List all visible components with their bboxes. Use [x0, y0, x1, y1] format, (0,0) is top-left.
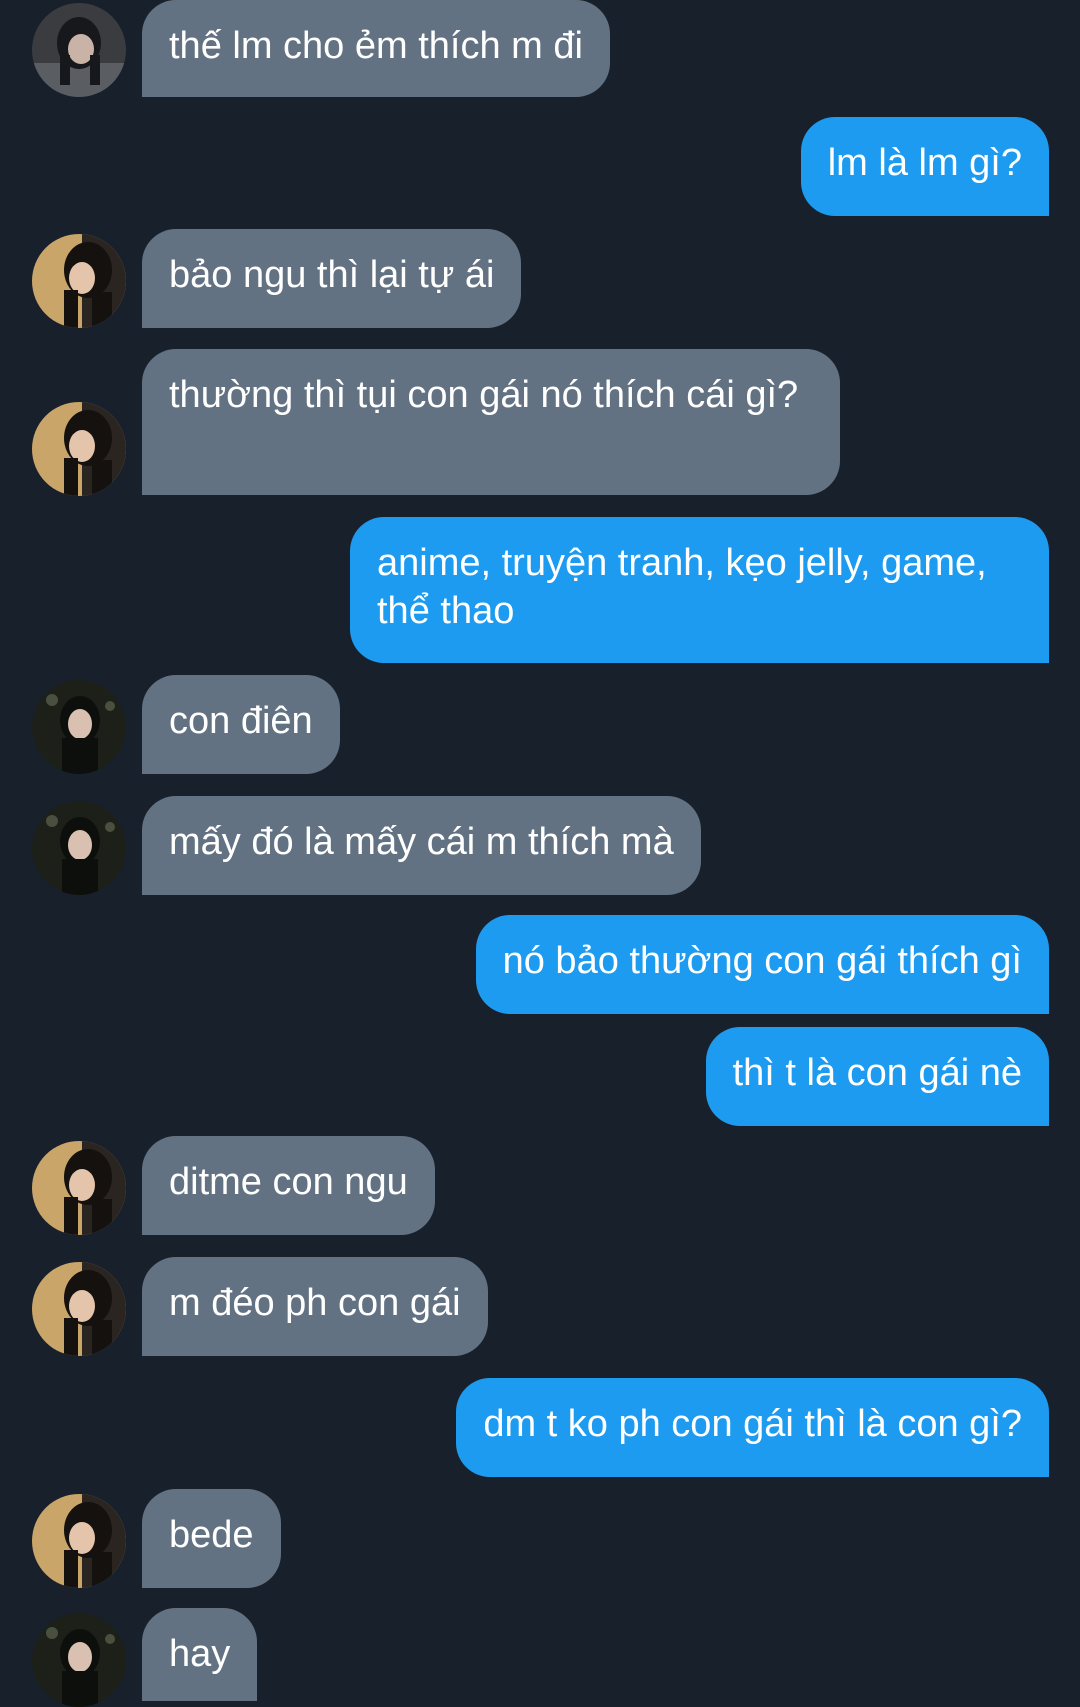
message-bubble-outgoing[interactable]: thì t là con gái nè [705, 1027, 1049, 1126]
message-bubble-outgoing[interactable]: lm là lm gì? [800, 117, 1049, 216]
message-bubble-incoming[interactable]: hay [142, 1608, 258, 1701]
avatar[interactable] [32, 1613, 126, 1707]
avatar-photo-icon [32, 1141, 126, 1235]
avatar[interactable] [32, 1141, 126, 1235]
avatar[interactable] [32, 234, 126, 328]
avatar[interactable] [32, 680, 126, 774]
avatar-photo-icon [32, 234, 126, 328]
avatar-photo-icon [32, 801, 126, 895]
message-bubble-incoming[interactable]: ditme con ngu [142, 1136, 435, 1235]
message-bubble-incoming[interactable]: bảo ngu thì lại tự ái [142, 229, 522, 328]
avatar-photo-icon [32, 402, 126, 496]
avatar-photo-icon [32, 1494, 126, 1588]
avatar-photo-icon [32, 1613, 126, 1707]
message-bubble-incoming[interactable]: thường thì tụi con gái nó thích cái gì? [142, 349, 840, 495]
avatar[interactable] [32, 3, 126, 97]
message-bubble-outgoing[interactable]: nó bảo thường con gái thích gì [475, 915, 1049, 1014]
avatar-photo-icon [32, 3, 126, 97]
message-bubble-incoming[interactable]: mấy đó là mấy cái m thích mà [142, 796, 701, 895]
avatar[interactable] [32, 1494, 126, 1588]
avatar[interactable] [32, 402, 126, 496]
avatar-photo-icon [32, 1262, 126, 1356]
message-bubble-incoming[interactable]: thế lm cho ẻm thích m đi [142, 0, 610, 97]
message-bubble-incoming[interactable]: con điên [142, 675, 340, 774]
message-bubble-incoming[interactable]: bede [142, 1489, 281, 1588]
avatar[interactable] [32, 801, 126, 895]
message-bubble-outgoing[interactable]: anime, truyện tranh, kẹo jelly, game, th… [350, 517, 1049, 663]
message-bubble-outgoing[interactable]: dm t ko ph con gái thì là con gì? [456, 1378, 1049, 1477]
avatar-photo-icon [32, 680, 126, 774]
avatar[interactable] [32, 1262, 126, 1356]
chat-thread: thế lm cho ẻm thích m đi lm là lm gì? bả… [0, 0, 1080, 1707]
message-bubble-incoming[interactable]: m đéo ph con gái [142, 1257, 488, 1356]
